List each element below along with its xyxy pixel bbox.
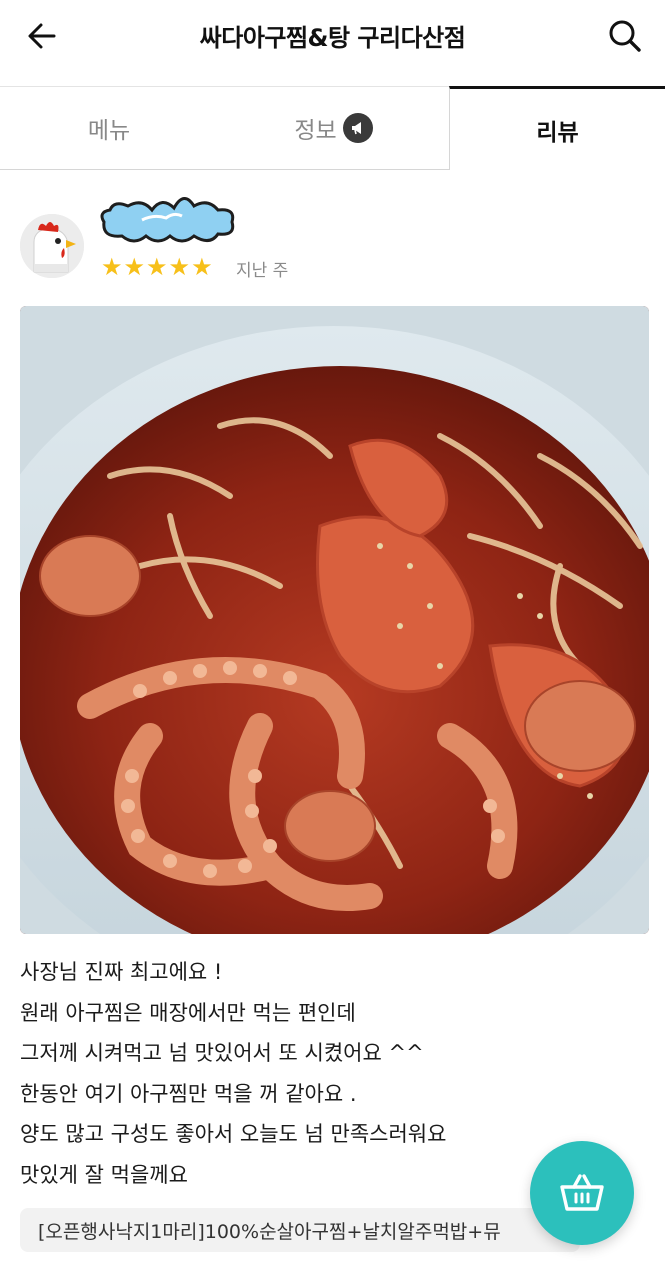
review-text-line: 사장님 진짜 최고에요 ! xyxy=(20,960,223,984)
star-icon: ★ xyxy=(146,253,168,281)
search-icon xyxy=(609,20,641,52)
review-text-line: 양도 많고 구성도 좋아서 오늘도 넘 만족스러워요 xyxy=(20,1122,447,1146)
review-text-line: 원래 아구찜은 매장에서만 먹는 편인데 xyxy=(20,1000,356,1025)
tab-menu-label: 메뉴 xyxy=(87,118,131,144)
basket-icon xyxy=(560,1174,604,1211)
star-rating: ★ ★ ★ ★ ★ xyxy=(101,255,213,279)
back-button[interactable] xyxy=(22,16,62,56)
ordered-menu-chip[interactable]: [오픈행사낙지1마리]100%순살아구찜+날치알주먹밥+뮤 xyxy=(20,1208,580,1252)
app-header: 싸다아구찜&탕 구리다산점 xyxy=(0,0,665,72)
search-button[interactable] xyxy=(603,14,647,58)
cloud-nickname-icon xyxy=(100,197,235,243)
avatar[interactable] xyxy=(20,214,84,278)
reviewer-nickname-drawing xyxy=(96,192,238,248)
review-date: 지난 주 xyxy=(236,261,289,281)
store-tabs: 메뉴 정보 리뷰 xyxy=(0,86,665,170)
review-text-line: 그저께 시켜먹고 넘 맛있어서 또 시켰어요 ^^ xyxy=(20,1041,424,1065)
food-photo-image xyxy=(20,306,649,934)
review-text-line: 한동안 여기 아구찜만 먹을 꺼 같아요 . xyxy=(20,1081,357,1106)
arrow-left-icon xyxy=(28,23,56,49)
tab-review[interactable]: 리뷰 xyxy=(449,86,665,170)
store-title: 싸다아구찜&탕 구리다산점 xyxy=(199,24,466,52)
star-icon: ★ xyxy=(168,253,191,281)
chicken-avatar-icon xyxy=(20,214,84,278)
review-photo[interactable] xyxy=(20,306,649,934)
megaphone-icon xyxy=(342,113,373,143)
tab-info[interactable]: 정보 xyxy=(218,86,449,170)
star-icon: ★ xyxy=(101,253,123,281)
star-icon: ★ xyxy=(123,253,146,281)
tab-menu[interactable]: 메뉴 xyxy=(0,86,218,170)
tab-review-label: 리뷰 xyxy=(536,119,579,146)
star-icon: ★ xyxy=(191,253,213,281)
tab-info-label: 정보 xyxy=(294,118,337,144)
cart-button[interactable] xyxy=(530,1141,634,1245)
